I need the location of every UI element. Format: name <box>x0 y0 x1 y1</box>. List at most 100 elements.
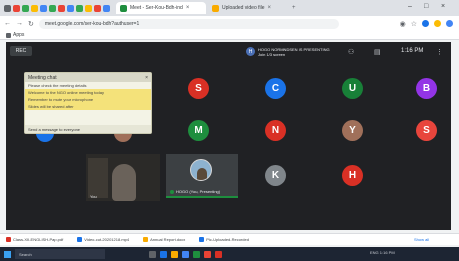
doc-file-icon <box>143 237 149 242</box>
tab-label: Meet - Ser-Kou-Bdh-ind <box>130 5 183 11</box>
back-icon[interactable]: ← <box>4 20 11 27</box>
self-label: You <box>90 194 97 199</box>
download-item[interactable]: Video-cut-20201218.mp4 <box>77 237 129 242</box>
close-chat-icon[interactable]: × <box>145 75 148 81</box>
mail-icon[interactable] <box>193 250 200 258</box>
url-text: meet.google.com/ser-kou-bdh?authuser=1 <box>44 20 140 27</box>
tab-favicon <box>85 4 92 12</box>
presenter-subline: Join 1/3 screen <box>258 51 286 57</box>
close-tab-icon[interactable]: × <box>186 5 190 11</box>
chat-message: Remember to mute your microphone <box>25 96 151 103</box>
participant-avatar[interactable]: S <box>188 78 209 99</box>
browser-tab-strip: Meet - Ser-Kou-Bdh-ind × Uploaded video … <box>0 0 459 16</box>
url-field[interactable]: meet.google.com/ser-kou-bdh?authuser=1 <box>38 18 339 29</box>
office-icon[interactable] <box>215 250 222 258</box>
self-camera-person <box>112 164 136 201</box>
self-video-tile[interactable]: You <box>86 154 160 201</box>
forward-icon[interactable]: → <box>16 20 23 27</box>
chat-panel[interactable]: Meeting chat × Please check the meeting … <box>24 72 152 134</box>
maximize-icon[interactable]: □ <box>424 3 428 10</box>
bookmark-apps[interactable]: Apps <box>13 32 24 38</box>
tab-favicon <box>67 4 74 12</box>
tab-favicon <box>76 4 83 12</box>
video-file-icon <box>77 237 83 242</box>
os-taskbar: Search ENG 1:16 PM <box>0 247 459 261</box>
system-tray: ENG 1:16 PM <box>370 250 395 255</box>
tab-favicon <box>22 4 29 12</box>
new-tab-icon[interactable]: + <box>292 5 296 11</box>
people-icon[interactable]: ⚇ <box>348 48 354 56</box>
download-item[interactable]: Pic-Uploaded-Recorded <box>199 237 249 242</box>
tab-favicon <box>103 4 110 12</box>
reload-icon[interactable]: ↻ <box>28 20 34 28</box>
profile-avatar-icon[interactable] <box>446 20 453 27</box>
chat-icon[interactable]: ▤ <box>374 48 381 56</box>
background-shelf <box>88 158 108 198</box>
tab-upload[interactable]: Uploaded video file × <box>208 2 288 14</box>
camera-icon[interactable]: ◉ <box>400 20 406 28</box>
chrome-icon[interactable] <box>204 250 211 258</box>
downloads-shelf: Class-XII-ENGLISH-Pap.pdf Video-cut-2020… <box>0 233 459 245</box>
download-item[interactable]: Annual Report.docx <box>143 237 185 242</box>
upload-favicon-icon <box>212 4 219 12</box>
extension-icon[interactable] <box>422 20 429 27</box>
recording-chip: REC <box>10 46 32 56</box>
tab-favicon <box>94 4 101 12</box>
chat-message: Welcome to the NGO online meeting today <box>25 89 151 96</box>
presenting-tile[interactable]: HOGO (You, Presenting) <box>166 154 238 198</box>
file-explorer-icon[interactable] <box>171 250 178 258</box>
chat-message: Slides will be shared after <box>25 103 151 110</box>
presenter-banner[interactable]: H HOGO NORMNDSEN IS PRESENTING Join 1/3 … <box>246 45 338 58</box>
download-item[interactable]: Class-XII-ENGLISH-Pap.pdf <box>6 237 63 242</box>
apps-icon[interactable] <box>6 32 11 38</box>
star-icon[interactable]: ☆ <box>411 20 417 28</box>
tab-favicon <box>40 4 47 12</box>
store-icon[interactable] <box>182 250 189 258</box>
participant-avatar[interactable]: K <box>265 165 286 186</box>
chat-input-placeholder: Send a message to everyone <box>28 126 81 132</box>
participant-avatar[interactable]: C <box>265 78 286 99</box>
task-view-icon[interactable] <box>149 250 156 258</box>
more-options-icon[interactable]: ⋮ <box>436 48 443 56</box>
participant-avatar[interactable]: S <box>416 120 437 141</box>
mic-active-icon <box>170 189 174 194</box>
meet-favicon-icon <box>120 4 127 12</box>
tab-favicon <box>13 4 20 12</box>
taskbar-search[interactable]: Search <box>15 249 105 259</box>
start-menu-icon[interactable] <box>4 250 11 258</box>
extension-icon[interactable] <box>434 20 441 27</box>
taskbar-search-placeholder: Search <box>19 251 32 257</box>
tab-favicon <box>58 4 65 12</box>
tab-favicon <box>49 4 56 12</box>
participant-avatar[interactable]: N <box>265 120 286 141</box>
chat-input[interactable]: Send a message to everyone <box>25 125 151 133</box>
pdf-file-icon <box>6 237 11 242</box>
minimize-icon[interactable]: – <box>408 3 412 10</box>
edge-browser-icon[interactable] <box>160 250 167 258</box>
bookmarks-bar: Apps <box>0 31 459 40</box>
presenter-avatar: H <box>246 47 255 56</box>
address-bar-row: ← → ↻ meet.google.com/ser-kou-bdh?authus… <box>0 16 459 31</box>
show-all-downloads-link[interactable]: Show all <box>414 237 429 242</box>
participant-avatar[interactable]: M <box>188 120 209 141</box>
tab-label: Uploaded video file <box>222 5 265 11</box>
tab-favicon <box>31 4 38 12</box>
meet-window: REC H HOGO NORMNDSEN IS PRESENTING Join … <box>6 42 451 230</box>
participant-avatar[interactable]: U <box>342 78 363 99</box>
tab-meet[interactable]: Meet - Ser-Kou-Bdh-ind × <box>116 2 206 14</box>
chat-message: Please check the meeting details <box>28 83 87 88</box>
chat-title: Meeting chat <box>28 74 57 81</box>
meet-top-bar: REC H HOGO NORMNDSEN IS PRESENTING Join … <box>6 42 451 60</box>
close-window-icon[interactable]: × <box>441 3 445 10</box>
presenter-photo <box>190 159 212 181</box>
meeting-clock: 1:16 PM <box>401 48 424 54</box>
browser-menu-icon[interactable] <box>4 4 11 12</box>
participant-avatar[interactable]: Y <box>342 120 363 141</box>
participant-avatar[interactable]: H <box>342 165 363 186</box>
participant-avatar[interactable]: B <box>416 78 437 99</box>
screen: Meet - Ser-Kou-Bdh-ind × Uploaded video … <box>0 0 459 261</box>
chat-header: Meeting chat × <box>25 73 151 82</box>
image-file-icon <box>199 237 205 242</box>
close-tab-icon[interactable]: × <box>268 5 272 11</box>
presenting-label: HOGO (You, Presenting) <box>176 189 221 194</box>
